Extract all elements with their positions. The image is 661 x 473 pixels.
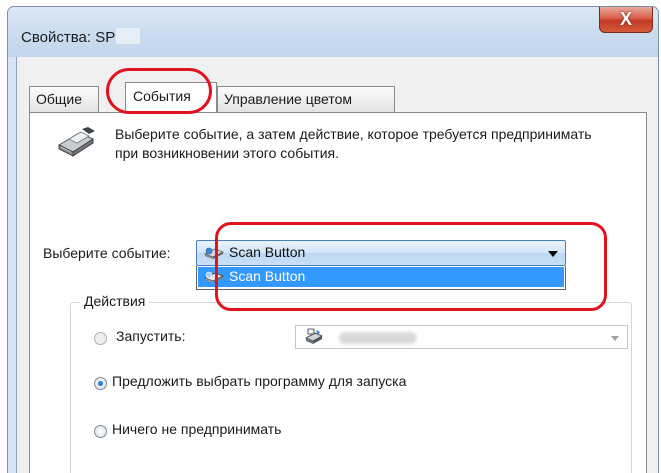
window-title: Свойства: SP [21,28,141,46]
title-redaction [116,28,141,44]
prompt-radio[interactable] [94,377,107,390]
scanner-icon [57,127,95,157]
tab-highlight-outline [106,68,212,114]
launch-radio[interactable] [94,332,107,345]
tab-color-management[interactable]: Управление цветом [217,86,395,112]
tab-general[interactable]: Общие [29,86,99,112]
nothing-radio-label: Ничего не предпринимать [112,421,282,437]
actions-group-label: Действия [80,293,150,309]
events-description: Выберите событие, а затем действие, кото… [115,126,592,161]
event-highlight-outline [215,222,607,311]
chevron-down-icon[interactable] [611,336,619,341]
program-icon [305,328,323,344]
close-button[interactable]: X [599,7,653,33]
nothing-radio[interactable] [94,425,107,438]
window-title-text: Свойства: SP [21,29,116,46]
program-name-redacted [339,332,417,344]
program-select[interactable] [295,325,628,349]
title-bar[interactable]: Свойства: SP X [8,7,658,57]
event-select-label: Выберите событие: [43,245,171,261]
launch-radio-label: Запустить: [116,328,186,344]
prompt-radio-label: Предложить выбрать программу для запуска [112,373,407,389]
